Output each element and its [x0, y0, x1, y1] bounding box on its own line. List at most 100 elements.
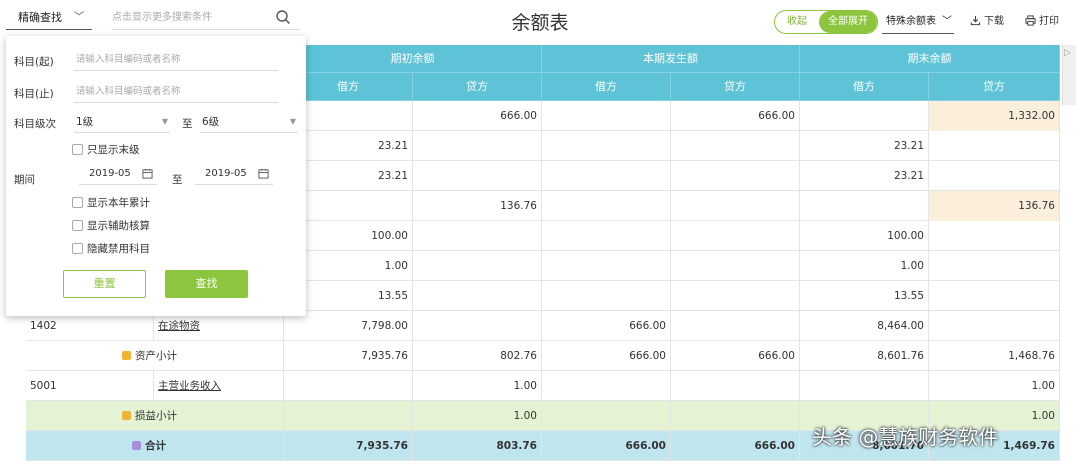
expand-all-button[interactable]: 全部展开: [819, 11, 877, 33]
level-from-select[interactable]: 1级 ▼: [74, 111, 170, 133]
amount-cell: 100.00: [800, 221, 929, 251]
level-to-label: 至: [182, 118, 193, 130]
checkbox-box[interactable]: [72, 197, 83, 208]
header-closing-debit: 借方: [800, 73, 929, 101]
subject-from-input[interactable]: 请输入科目编码或者名称: [74, 49, 278, 71]
header-closing: 期末余额: [800, 45, 1060, 73]
show-aux-checkbox[interactable]: 显示辅助核算: [72, 218, 150, 234]
amount-cell: [671, 311, 800, 341]
subject-name-cell: 主营业务收入: [154, 371, 284, 401]
amount-cell: 1.00: [800, 251, 929, 281]
level-from-value: 1级: [76, 116, 94, 128]
amount-cell: [542, 161, 671, 191]
amount-cell: 7,935.76: [284, 431, 413, 461]
checkbox-box[interactable]: [72, 220, 83, 231]
amount-cell: 1.00: [413, 401, 542, 431]
amount-cell: [671, 251, 800, 281]
subject-name: 损益小计: [135, 410, 177, 422]
header-opening-credit: 贷方: [413, 73, 542, 101]
chevron-down-icon: ﹀: [942, 16, 952, 27]
amount-cell: [542, 371, 671, 401]
header-period-debit: 借方: [542, 73, 671, 101]
scroll-right-icon[interactable]: ▷: [1064, 48, 1071, 58]
show-ytd-checkbox[interactable]: 显示本年累计: [72, 195, 150, 211]
subject-name-link[interactable]: 在途物资: [158, 320, 200, 332]
subject-to-label: 科目(止): [14, 88, 54, 100]
level-to-value: 6级: [202, 116, 220, 128]
only-leaf-label: 只显示末级: [87, 144, 140, 156]
amount-cell: [671, 131, 800, 161]
subject-from-label: 科目(起): [14, 56, 54, 68]
amount-cell: 666.00: [671, 341, 800, 371]
caret-down-icon: ▼: [161, 117, 168, 126]
reset-button[interactable]: 重置: [63, 270, 146, 298]
amount-cell: 666.00: [671, 431, 800, 461]
download-label: 下载: [984, 16, 1004, 27]
amount-cell: 136.76: [929, 191, 1060, 221]
show-aux-label: 显示辅助核算: [87, 220, 150, 232]
table-row: 5001 主营业务收入 1.00 1.00: [26, 371, 1060, 401]
watermark: 头条 @慧族财务软件: [812, 425, 999, 449]
special-balance-label: 特殊余额表: [886, 16, 936, 27]
period-from-value: 2019-05: [89, 168, 131, 179]
chevron-down-icon: ﹀: [74, 12, 84, 23]
page-title: 余额表: [511, 12, 569, 34]
search-mode-dropdown[interactable]: 精确查找 ﹀: [6, 6, 92, 30]
amount-cell: [542, 281, 671, 311]
subtotal-icon: [122, 351, 131, 360]
amount-cell: 666.00: [542, 341, 671, 371]
amount-cell: 23.21: [800, 161, 929, 191]
expand-toggle[interactable]: 收起 全部展开: [774, 10, 878, 34]
print-label: 打印: [1039, 16, 1059, 27]
amount-cell: [929, 221, 1060, 251]
amount-cell: [800, 371, 929, 401]
download-button[interactable]: 下载: [970, 10, 1004, 34]
search-mode-label: 精确查找: [18, 11, 62, 24]
download-icon: [970, 15, 981, 26]
amount-cell: [284, 371, 413, 401]
checkbox-box[interactable]: [72, 243, 83, 254]
amount-cell: [929, 311, 1060, 341]
amount-cell: 13.55: [800, 281, 929, 311]
subject-name: 资产小计: [135, 350, 177, 362]
calendar-icon: [258, 168, 269, 179]
amount-cell: 8,464.00: [800, 311, 929, 341]
level-to-select[interactable]: 6级 ▼: [200, 111, 298, 133]
caret-down-icon: ▼: [289, 117, 296, 126]
header-period-credit: 贷方: [671, 73, 800, 101]
amount-cell: 803.76: [413, 431, 542, 461]
special-balance-dropdown[interactable]: 特殊余额表 ﹀: [882, 10, 954, 34]
amount-cell: [542, 101, 671, 131]
amount-cell: 666.00: [542, 431, 671, 461]
subtotal-cell: 合计: [26, 431, 284, 461]
amount-cell: [413, 311, 542, 341]
show-ytd-label: 显示本年累计: [87, 197, 150, 209]
print-button[interactable]: 打印: [1025, 10, 1059, 34]
hide-disabled-checkbox[interactable]: 隐藏禁用科目: [72, 241, 150, 257]
subtotal-icon: [122, 411, 131, 420]
level-label: 科目级次: [14, 118, 56, 130]
period-from-picker[interactable]: 2019-05: [79, 163, 157, 185]
amount-cell: [413, 221, 542, 251]
subject-name: 合计: [145, 440, 166, 452]
subject-to-input[interactable]: 请输入科目编码或者名称: [74, 81, 278, 103]
collapse-button[interactable]: 收起: [775, 11, 819, 33]
amount-cell: [929, 161, 1060, 191]
search-icon[interactable]: [275, 9, 291, 25]
amount-cell: [413, 251, 542, 281]
search-button[interactable]: 查找: [165, 270, 248, 298]
amount-cell: 7,935.76: [284, 341, 413, 371]
subject-code: 5001: [26, 371, 154, 401]
amount-cell: 23.21: [800, 131, 929, 161]
amount-cell: [671, 161, 800, 191]
amount-cell: [929, 251, 1060, 281]
subject-name-link[interactable]: 主营业务收入: [158, 380, 221, 392]
amount-cell: 666.00: [413, 101, 542, 131]
amount-cell: [542, 401, 671, 431]
only-leaf-checkbox[interactable]: 只显示末级: [72, 142, 140, 158]
period-to-picker[interactable]: 2019-05: [195, 163, 273, 185]
period-to-label: 至: [172, 174, 183, 186]
search-input[interactable]: 点击显示更多搜索条件: [112, 6, 300, 30]
checkbox-box[interactable]: [72, 144, 83, 155]
amount-cell: 1,468.76: [929, 341, 1060, 371]
